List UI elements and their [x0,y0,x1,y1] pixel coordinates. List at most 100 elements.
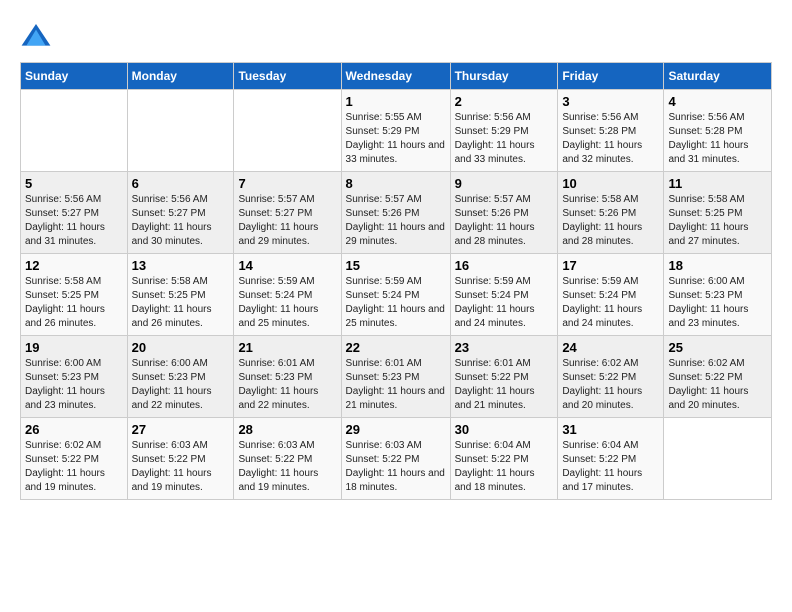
week-row: 5 Sunrise: 5:56 AMSunset: 5:27 PMDaylight… [21,172,772,254]
day-info: Sunrise: 5:59 AMSunset: 5:24 PMDaylight:… [562,275,659,331]
day-number: 19 [25,340,123,355]
day-info: Sunrise: 5:59 AMSunset: 5:24 PMDaylight:… [346,275,446,331]
day-info: Sunrise: 6:02 AMSunset: 5:22 PMDaylight:… [668,357,767,413]
day-info: Sunrise: 5:56 AMSunset: 5:29 PMDaylight:… [455,111,554,167]
day-info: Sunrise: 6:00 AMSunset: 5:23 PMDaylight:… [25,357,123,413]
day-info: Sunrise: 5:57 AMSunset: 5:26 PMDaylight:… [346,193,446,249]
week-row: 1Sunrise: 5:55 AMSunset: 5:29 PMDaylight… [21,90,772,172]
day-info: Sunrise: 6:02 AMSunset: 5:22 PMDaylight:… [25,439,123,495]
day-number: 31 [562,422,659,437]
day-info: Sunrise: 6:03 AMSunset: 5:22 PMDaylight:… [346,439,446,495]
day-number: 29 [346,422,446,437]
calendar: SundayMondayTuesdayWednesdayThursdayFrid… [20,62,772,500]
weekday-header: Friday [558,63,664,90]
calendar-cell: 17 Sunrise: 5:59 AMSunset: 5:24 PMDayligh… [558,254,664,336]
day-number: 9 [455,176,554,191]
weekday-header: Monday [127,63,234,90]
day-info: Sunrise: 6:00 AMSunset: 5:23 PMDaylight:… [132,357,230,413]
day-number: 30 [455,422,554,437]
calendar-cell: 29 Sunrise: 6:03 AMSunset: 5:22 PMDayligh… [341,418,450,500]
day-info: Sunrise: 6:04 AMSunset: 5:22 PMDaylight:… [455,439,554,495]
week-row: 19 Sunrise: 6:00 AMSunset: 5:23 PMDayligh… [21,336,772,418]
calendar-header: SundayMondayTuesdayWednesdayThursdayFrid… [21,63,772,90]
calendar-cell: 19 Sunrise: 6:00 AMSunset: 5:23 PMDayligh… [21,336,128,418]
calendar-cell [234,90,341,172]
day-info: Sunrise: 5:57 AMSunset: 5:27 PMDaylight:… [238,193,336,249]
day-number: 15 [346,258,446,273]
day-number: 20 [132,340,230,355]
day-number: 25 [668,340,767,355]
logo [20,20,56,52]
day-number: 23 [455,340,554,355]
calendar-cell: 30 Sunrise: 6:04 AMSunset: 5:22 PMDayligh… [450,418,558,500]
week-row: 12Sunrise: 5:58 AMSunset: 5:25 PMDayligh… [21,254,772,336]
day-info: Sunrise: 6:03 AMSunset: 5:22 PMDaylight:… [132,439,230,495]
day-number: 17 [562,258,659,273]
calendar-cell: 23Sunrise: 6:01 AMSunset: 5:22 PMDayligh… [450,336,558,418]
weekday-header: Thursday [450,63,558,90]
calendar-cell [664,418,772,500]
calendar-cell: 14Sunrise: 5:59 AMSunset: 5:24 PMDayligh… [234,254,341,336]
day-info: Sunrise: 5:58 AMSunset: 5:25 PMDaylight:… [25,275,123,331]
calendar-cell: 31 Sunrise: 6:04 AMSunset: 5:22 PMDayligh… [558,418,664,500]
calendar-cell: 13Sunrise: 5:58 AMSunset: 5:25 PMDayligh… [127,254,234,336]
calendar-cell: 20 Sunrise: 6:00 AMSunset: 5:23 PMDayligh… [127,336,234,418]
calendar-cell [21,90,128,172]
calendar-cell: 10Sunrise: 5:58 AMSunset: 5:26 PMDayligh… [558,172,664,254]
day-number: 3 [562,94,659,109]
calendar-cell [127,90,234,172]
calendar-cell: 6 Sunrise: 5:56 AMSunset: 5:27 PMDaylight… [127,172,234,254]
calendar-cell: 26 Sunrise: 6:02 AMSunset: 5:22 PMDayligh… [21,418,128,500]
day-number: 21 [238,340,336,355]
day-number: 5 [25,176,123,191]
day-number: 8 [346,176,446,191]
calendar-cell: 12Sunrise: 5:58 AMSunset: 5:25 PMDayligh… [21,254,128,336]
calendar-cell: 15 Sunrise: 5:59 AMSunset: 5:24 PMDayligh… [341,254,450,336]
calendar-cell: 18Sunrise: 6:00 AMSunset: 5:23 PMDayligh… [664,254,772,336]
day-number: 26 [25,422,123,437]
day-number: 18 [668,258,767,273]
calendar-cell: 3 Sunrise: 5:56 AMSunset: 5:28 PMDaylight… [558,90,664,172]
calendar-cell: 5 Sunrise: 5:56 AMSunset: 5:27 PMDaylight… [21,172,128,254]
day-info: Sunrise: 5:56 AMSunset: 5:27 PMDaylight:… [132,193,230,249]
calendar-cell: 27Sunrise: 6:03 AMSunset: 5:22 PMDayligh… [127,418,234,500]
day-info: Sunrise: 6:03 AMSunset: 5:22 PMDaylight:… [238,439,336,495]
day-info: Sunrise: 5:56 AMSunset: 5:28 PMDaylight:… [668,111,767,167]
day-info: Sunrise: 5:59 AMSunset: 5:24 PMDaylight:… [455,275,554,331]
day-info: Sunrise: 5:58 AMSunset: 5:26 PMDaylight:… [562,193,659,249]
logo-icon [20,20,52,52]
day-info: Sunrise: 6:02 AMSunset: 5:22 PMDaylight:… [562,357,659,413]
calendar-cell: 7 Sunrise: 5:57 AMSunset: 5:27 PMDaylight… [234,172,341,254]
weekday-row: SundayMondayTuesdayWednesdayThursdayFrid… [21,63,772,90]
day-info: Sunrise: 6:01 AMSunset: 5:23 PMDaylight:… [346,357,446,413]
calendar-cell: 11 Sunrise: 5:58 AMSunset: 5:25 PMDayligh… [664,172,772,254]
calendar-cell: 24 Sunrise: 6:02 AMSunset: 5:22 PMDayligh… [558,336,664,418]
calendar-cell: 8 Sunrise: 5:57 AMSunset: 5:26 PMDaylight… [341,172,450,254]
calendar-body: 1Sunrise: 5:55 AMSunset: 5:29 PMDaylight… [21,90,772,500]
weekday-header: Tuesday [234,63,341,90]
day-number: 11 [668,176,767,191]
calendar-cell: 2 Sunrise: 5:56 AMSunset: 5:29 PMDaylight… [450,90,558,172]
day-info: Sunrise: 5:56 AMSunset: 5:28 PMDaylight:… [562,111,659,167]
calendar-cell: 1Sunrise: 5:55 AMSunset: 5:29 PMDaylight… [341,90,450,172]
calendar-cell: 9 Sunrise: 5:57 AMSunset: 5:26 PMDaylight… [450,172,558,254]
day-info: Sunrise: 5:59 AMSunset: 5:24 PMDaylight:… [238,275,336,331]
day-number: 6 [132,176,230,191]
day-number: 4 [668,94,767,109]
day-info: Sunrise: 5:58 AMSunset: 5:25 PMDaylight:… [668,193,767,249]
day-number: 16 [455,258,554,273]
day-number: 28 [238,422,336,437]
weekday-header: Sunday [21,63,128,90]
day-info: Sunrise: 5:57 AMSunset: 5:26 PMDaylight:… [455,193,554,249]
day-number: 2 [455,94,554,109]
calendar-cell: 25 Sunrise: 6:02 AMSunset: 5:22 PMDayligh… [664,336,772,418]
day-info: Sunrise: 6:04 AMSunset: 5:22 PMDaylight:… [562,439,659,495]
day-number: 13 [132,258,230,273]
day-info: Sunrise: 5:56 AMSunset: 5:27 PMDaylight:… [25,193,123,249]
weekday-header: Wednesday [341,63,450,90]
calendar-cell: 28 Sunrise: 6:03 AMSunset: 5:22 PMDayligh… [234,418,341,500]
day-number: 7 [238,176,336,191]
page-header [20,20,772,52]
day-number: 22 [346,340,446,355]
day-number: 24 [562,340,659,355]
